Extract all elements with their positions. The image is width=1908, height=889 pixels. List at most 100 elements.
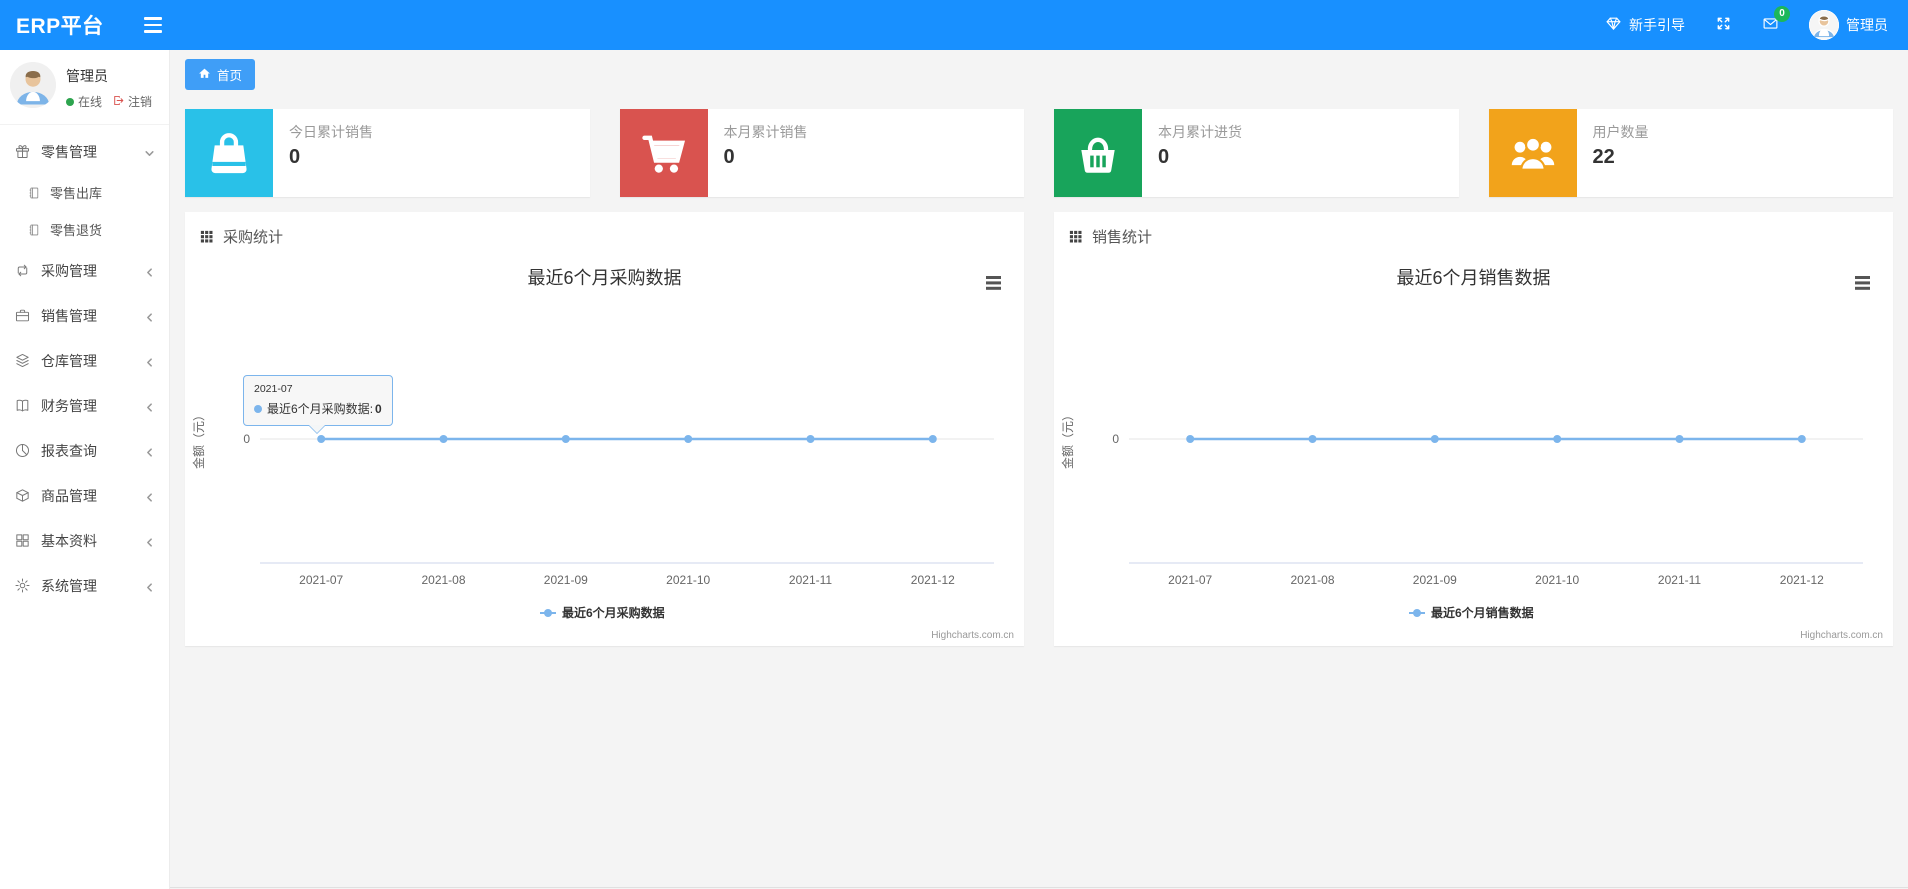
series-marker-dot [254,404,262,413]
tab-home[interactable]: 首页 [185,59,256,90]
stat-card-label: 本月累计销售 [723,124,808,140]
x-tick-label: 2021-08 [421,573,465,587]
line-chart-svg: 最近6个月销售数据金额（元） 02021-07 2021-08 2021-09 2021… [1060,268,1883,641]
sidebar-item-8[interactable]: 系统管理 [0,563,169,608]
x-tick-label: 2021-11 [789,573,832,587]
data-point[interactable] [317,435,326,443]
chart-credit[interactable]: Highcharts.com.cn [931,630,1014,641]
tab-home-label: 首页 [217,69,243,83]
home-icon [198,67,211,83]
logout-label: 注销 [128,95,153,109]
guide-button[interactable]: 新手引导 [1605,15,1685,35]
sidebar-menu-entry: 采购管理 [0,248,169,293]
legend-label: 最近6个月销售数据 [1431,605,1534,620]
data-point[interactable] [439,435,448,443]
fullscreen-icon [1715,15,1732,35]
sidebar-menu-entry: 仓库管理 [0,338,169,383]
x-tick-label: 2021-10 [1535,573,1579,587]
chevron-left-icon [144,580,155,592]
page-footer-divider [0,887,1908,888]
data-point[interactable] [684,435,693,443]
tooltip-date: 2021-07 [254,383,293,395]
sidebar-subitem-0-0[interactable]: 零售出库 [0,174,169,211]
data-point[interactable] [806,435,815,443]
pie-chart-icon [14,442,31,459]
online-status-dot [66,97,74,106]
legend-item[interactable]: 最近6个月销售数据 [1409,605,1534,620]
sidebar-item-0[interactable]: 零售管理 [0,129,169,174]
cart-icon [619,109,708,197]
data-point[interactable] [1308,435,1317,443]
sidebar-toggle-button[interactable] [140,13,166,37]
sidebar-item-label: 采购管理 [41,262,97,279]
legend-item[interactable]: 最近6个月采购数据 [540,605,665,620]
sidebar-menu-entry: 基本资料 [0,518,169,563]
username-label: 管理员 [1846,17,1888,33]
data-point[interactable] [928,435,937,443]
journal-icon [27,223,41,237]
stat-card-1: 本月累计销售 0 [619,109,1024,197]
panel-title: 采购统计 [223,229,284,246]
sidebar-item-5[interactable]: 报表查询 [0,428,169,473]
tooltip-series-label: 最近6个月采购数据 [267,402,370,416]
x-tick-label: 2021-07 [299,573,343,587]
stat-card-value: 0 [723,146,735,168]
y-tick-label: 0 [1112,432,1119,446]
data-point[interactable] [561,435,570,443]
sidebar-menu-entry: 报表查询 [0,428,169,473]
app-brand: ERP平台 [16,15,104,38]
sidebar-item-label: 零售管理 [41,143,97,160]
shopping-bag-icon [185,109,273,197]
fullscreen-button[interactable] [1715,15,1732,35]
messages-button[interactable]: 0 [1762,6,1790,35]
sidebar-item-2[interactable]: 销售管理 [0,293,169,338]
chart-export-menu-icon[interactable] [986,276,1001,290]
sidebar-menu: 零售管理零售出库 零售退货采购管理销售管理 仓库管理财务管理报表查询 商品管理 基本资料… [0,129,169,608]
chevron-left-icon [144,445,155,457]
data-point[interactable] [1675,435,1684,443]
sidebar-item-1[interactable]: 采购管理 [0,248,169,293]
x-tick-label: 2021-09 [1413,573,1457,587]
x-tick-label: 2021-07 [1168,573,1212,587]
charts-row: 采购统计 最近6个月采购数据 金额（元） 0 2021-07 2021-08 2021-0… [185,212,1893,646]
x-tick-label: 2021-11 [1658,573,1701,587]
stat-card-value: 0 [1158,146,1170,168]
sidebar-item-3[interactable]: 仓库管理 [0,338,169,383]
chevron-left-icon [144,400,155,412]
chart-export-menu-icon[interactable] [1855,276,1870,290]
sidebar-submenu: 零售出库 零售退货 [0,174,169,248]
panel-header: 销售统计 [1054,212,1893,253]
sidebar-item-6[interactable]: 商品管理 [0,473,169,518]
data-point[interactable] [1186,435,1195,443]
main-content: 首页 今日累计销售 0 本月累计销售 0 本月累计进货 0 用户数量 22 采购统计 最近6个… [170,50,1908,646]
sidebar-subitem-0-1[interactable]: 零售退货 [0,211,169,248]
grid-th-icon [199,229,214,244]
y-tick-label: 0 [243,432,250,446]
guide-label: 新手引导 [1629,17,1685,33]
data-point[interactable] [1553,435,1562,443]
tab-bar: 首页 [185,59,1893,90]
sidebar-menu-entry: 系统管理 [0,563,169,608]
stat-card-value: 22 [1592,146,1615,168]
data-point[interactable] [1797,435,1806,443]
journal-icon [27,186,41,200]
sidebar-menu-entry: 零售管理零售出库 零售退货 [0,129,169,248]
logout-button[interactable]: 注销 [112,93,152,110]
sidebar-item-label: 财务管理 [41,397,97,414]
stat-card-label: 本月累计进货 [1158,124,1242,140]
cube-icon [14,487,31,504]
x-tick-label: 2021-12 [1780,573,1824,587]
sidebar-item-7[interactable]: 基本资料 [0,518,169,563]
data-point[interactable] [1430,435,1439,443]
briefcase-icon [14,307,31,324]
stat-card-value: 0 [289,146,301,168]
chart-credit[interactable]: Highcharts.com.cn [1800,630,1883,641]
sidebar-menu-entry: 销售管理 [0,293,169,338]
user-menu[interactable]: 管理员 [1809,10,1888,40]
sidebar-item-4[interactable]: 财务管理 [0,383,169,428]
sidebar-item-label: 系统管理 [41,577,97,594]
repeat-icon [14,262,31,279]
purchase-stats-panel: 采购统计 最近6个月采购数据 金额（元） 0 2021-07 2021-08 2021-0… [185,212,1024,646]
sidebar: 管理员 在线 注销 零售管理 零售出库 零售退货 采购管理 销售管理 仓库管理 财务管理 报表… [0,50,170,889]
y-axis-title: 金额（元） [1060,409,1075,469]
